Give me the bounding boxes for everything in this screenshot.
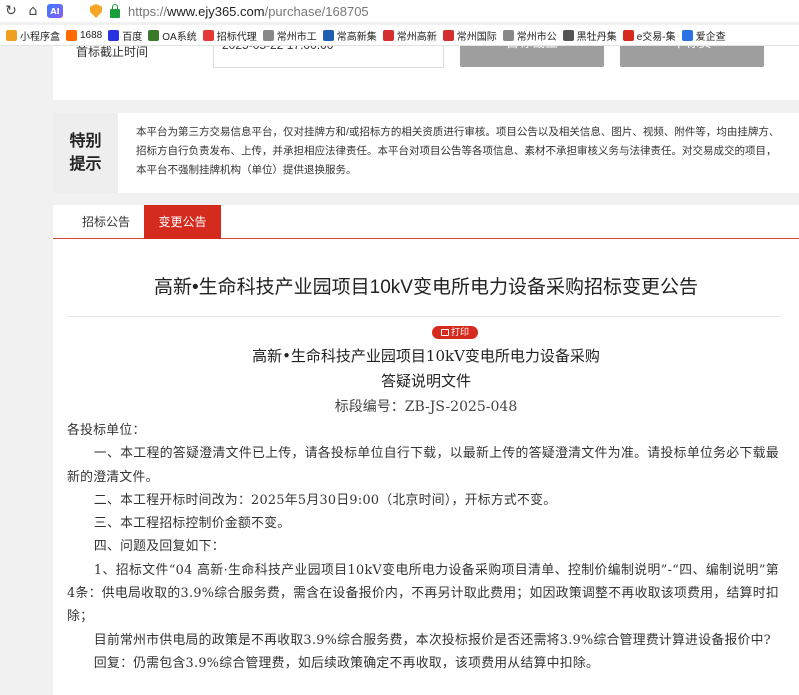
print-label: 打印	[450, 327, 469, 337]
bookmark-label: 常高新集	[336, 31, 377, 43]
bookmark-item[interactable]: 黑牡丹集	[557, 28, 617, 43]
special-notice-text: 本平台为第三方交易信息平台，仅对挂牌方和/或招标方的相关资质进行审核。项目公告以…	[136, 126, 780, 176]
bookmark-item[interactable]: 常州高新	[377, 28, 437, 43]
bookmark-item[interactable]: 常州市公	[497, 28, 557, 43]
peony-icon	[562, 29, 574, 41]
document-paragraph: 三、本工程招标控制价金额不变。	[93, 516, 291, 532]
document-paragraph: 二、本工程开标时间改为：2025年5月30日9:00（北京时间），开标方式不变。	[93, 492, 557, 508]
announcement-title: 高新•生命科技产业园项目10kV变电所电力设备采购招标变更公告	[154, 277, 698, 298]
deadline-value: 2025-05-22 17:00:00	[213, 46, 444, 68]
document-paragraph: 四、问题及回复如下：	[93, 539, 225, 555]
bookmark-item[interactable]: 百度	[102, 28, 142, 43]
bookmark-label: 常州国际	[456, 31, 497, 43]
changgao-icon	[322, 29, 334, 41]
aiqicha-icon	[681, 29, 693, 41]
document-paragraph: 各投标单位：	[67, 423, 146, 438]
bookmark-item[interactable]: e交易-集	[617, 28, 676, 43]
deadline-button[interactable]: 首标截止	[460, 46, 604, 67]
bid-agent-icon	[202, 29, 214, 41]
page-content: 首标截止时间 2025-05-22 17:00:00 首标截止 下标资 特别提示…	[0, 46, 799, 695]
home-icon[interactable]: ⌂	[22, 0, 44, 22]
bookmarks-bar: 小程序盒 1688 百度 OA系统 招标代理 常州市工 常高新集 常州高新 常州国际 常州市公 黑牡…	[0, 25, 799, 46]
bookmark-label: 爱企查	[695, 31, 726, 43]
bookmark-label: 黑牡丹集	[576, 31, 617, 43]
oa-icon	[148, 29, 160, 41]
lock-icon[interactable]	[110, 3, 120, 18]
bookmark-label: 百度	[122, 31, 143, 43]
e-trade-icon	[622, 29, 634, 41]
bookmark-label: 招标代理	[216, 31, 257, 43]
bookmark-item[interactable]: 爱企查	[676, 28, 726, 43]
document-paragraph: 一、本工程的答疑澄清文件已上传，请各投标单位自行下载，以最新上传的答疑澄清文件为…	[67, 446, 779, 485]
url-host: www.ejy365.com	[167, 3, 265, 19]
special-notice-heading: 特别 提示	[53, 113, 118, 193]
bookmark-label: 1688	[80, 29, 103, 41]
tab-change-announcement[interactable]: 变更公告	[144, 205, 221, 239]
address-bar[interactable]: https://www.ejy365.com/purchase/168705	[128, 4, 369, 19]
mini-program-icon	[6, 29, 17, 41]
browser-toolbar: ↻ ⌂ AI https://www.ejy365.com/purchase/1…	[0, 0, 799, 22]
shield-icon[interactable]	[90, 4, 102, 18]
bookmark-item[interactable]: 常州国际	[437, 28, 497, 43]
globe-icon	[262, 29, 274, 41]
document-paragraph: 回复：仍需包含3.9%综合管理费，如后续政策确定不再收取，该项费用从结算中扣除。	[93, 655, 600, 671]
document-title: 高新•生命科技产业园项目10kV变电所电力设备采购	[252, 347, 600, 365]
emblem-icon	[382, 29, 394, 41]
url-scheme: https://	[128, 3, 168, 19]
emblem-icon	[442, 29, 454, 41]
special-notice: 特别提示 本平台为第三方交易信息平台，仅对挂牌方和/或招标方的相关资质进行审核。…	[53, 113, 799, 193]
ai-assistant-icon[interactable]: AI	[47, 4, 63, 18]
document-body: 各投标单位： 一、本工程的答疑澄清文件已上传，请各投标单位自行下载，以最新上传的答…	[67, 419, 779, 675]
bookmark-item[interactable]: 招标代理	[197, 28, 257, 43]
document-paragraph: 目前常州市供电局的政策是不再收取3.9%综合服务费，本次投标报价是否还需将3.9…	[93, 632, 771, 648]
bookmark-item[interactable]: 小程序盒	[0, 28, 60, 43]
printer-icon	[440, 329, 449, 336]
bookmark-item[interactable]: OA系统	[142, 28, 197, 43]
bookmark-label: 小程序盒	[20, 31, 60, 43]
notice-heading-line-1: 特别	[69, 133, 102, 150]
url-path: /purchase/168705	[264, 3, 369, 19]
bookmark-label: e交易-集	[636, 31, 676, 43]
reload-icon[interactable]: ↻	[0, 0, 22, 22]
bookmark-item[interactable]: 常高新集	[317, 28, 377, 43]
bookmark-label: 常州市工	[276, 31, 317, 43]
tab-bid-announcement[interactable]: 招标公告	[61, 205, 151, 239]
print-button[interactable]: 打印	[432, 326, 478, 339]
globe-icon	[502, 29, 514, 41]
document-paragraph: 1、招标文件“04 高新·生命科技产业园项目10kV变电所电力设备采购项目清单、…	[67, 562, 779, 625]
bookmark-label: 常州市公	[516, 31, 557, 43]
announcement-tabs: 招标公告 变更公告	[53, 205, 799, 239]
1688-icon	[66, 29, 77, 41]
bookmark-label: OA系统	[162, 31, 197, 43]
deadline-label: 首标截止时间	[76, 46, 149, 59]
download-button[interactable]: 下标资	[620, 46, 764, 67]
bookmark-item[interactable]: 1688	[60, 29, 103, 41]
announcement-panel: 招标公告 变更公告 高新•生命科技产业园项目10kV变电所电力设备采购招标变更公…	[53, 205, 799, 695]
section-code: 标段编号：ZB-JS-2025-048	[334, 399, 518, 415]
divider	[67, 316, 781, 317]
notice-heading-line-2: 提示	[69, 156, 102, 173]
bookmark-item[interactable]: 常州市工	[257, 28, 317, 43]
bookmark-label: 常州高新	[396, 31, 437, 43]
baidu-icon	[108, 29, 120, 41]
document-subtitle: 答疑说明文件	[380, 372, 471, 390]
